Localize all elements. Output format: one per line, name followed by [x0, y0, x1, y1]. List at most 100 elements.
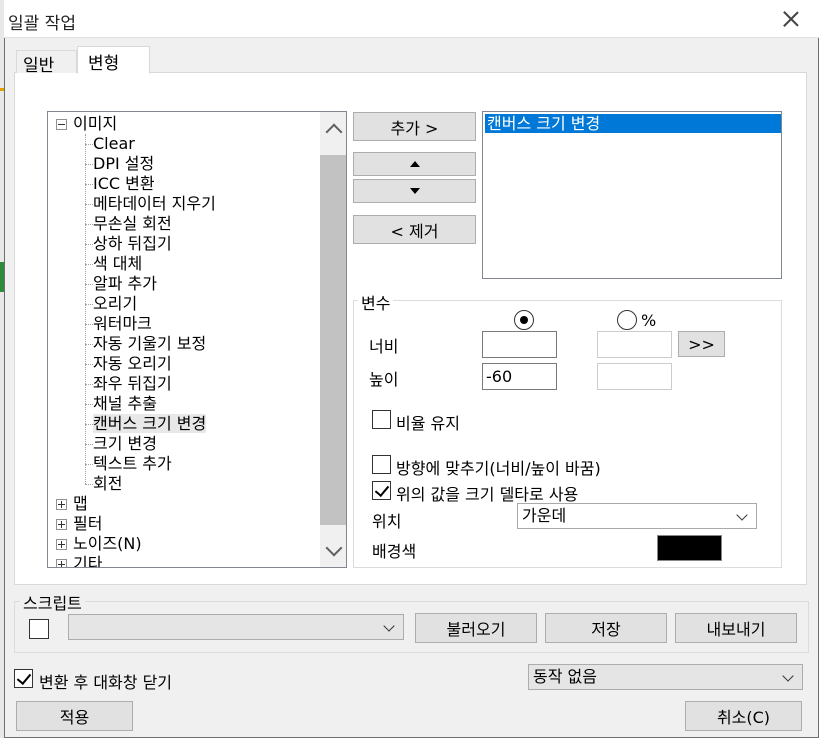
expander-plus-icon[interactable] [56, 499, 67, 510]
tree-item[interactable]: DPI 설정 [93, 154, 154, 174]
params-group-label: 변수 [358, 290, 394, 314]
expander-plus-icon[interactable] [56, 539, 67, 550]
action-dropdown[interactable]: 동작 없음 [528, 664, 803, 690]
expander-plus-icon[interactable] [56, 519, 67, 530]
script-group-label: 스크립트 [20, 590, 85, 614]
add-button[interactable]: 추가 > [353, 112, 476, 141]
tree-item[interactable]: 무손실 회전 [93, 214, 172, 234]
scroll-up-icon[interactable] [325, 123, 343, 141]
tree-item[interactable]: Clear [93, 134, 135, 154]
tree-item[interactable]: 자동 기울기 보정 [93, 334, 206, 354]
position-value: 가운데 [522, 506, 567, 525]
tree-item[interactable]: 텍스트 추가 [93, 454, 172, 474]
tree-group-label: 노이즈(N) [73, 534, 142, 553]
tree-guide-branch [85, 344, 93, 345]
width-percent-field[interactable] [597, 331, 672, 358]
tree-item[interactable]: 크기 변경 [93, 434, 157, 454]
tree-guide-branch [85, 164, 93, 165]
apply-button[interactable]: 적용 [16, 701, 133, 731]
tree-item-label: Clear [93, 134, 135, 153]
bg-color-swatch[interactable] [657, 535, 722, 561]
tree-item-label: 채널 추출 [93, 394, 157, 413]
chevron-down-icon [782, 670, 794, 682]
down-triangle-icon [409, 188, 420, 194]
tree-item-label: 캔버스 크기 변경 [93, 414, 207, 433]
tree-item[interactable]: 워터마크 [93, 314, 152, 334]
percent-label: % [641, 311, 657, 330]
tree-guide-branch [85, 404, 93, 405]
close-after-checkbox[interactable] [14, 669, 33, 688]
keep-ratio-label: 비율 유지 [396, 414, 460, 433]
close-icon[interactable] [780, 6, 802, 32]
tree-guide-branch [85, 444, 93, 445]
task-list[interactable]: 캔버스 크기 변경 [482, 111, 782, 279]
unit-percent-radio[interactable] [617, 310, 637, 330]
close-after-label: 변환 후 대화창 닫기 [39, 673, 173, 692]
tree-item[interactable]: 채널 추출 [93, 394, 157, 414]
fit-orientation-checkbox[interactable] [372, 455, 391, 474]
position-label: 위치 [372, 512, 402, 531]
height-label: 높이 [369, 370, 399, 389]
title-bar [4, 0, 819, 38]
tree-guide-branch [85, 424, 93, 425]
tree-guide-branch [85, 304, 93, 305]
scroll-down-icon[interactable] [325, 539, 343, 557]
move-up-button[interactable] [353, 152, 476, 176]
tree-guide-branch [85, 244, 93, 245]
position-dropdown[interactable]: 가운데 [517, 503, 757, 529]
tree-group-label: 필터 [73, 514, 103, 533]
keep-ratio-checkbox[interactable] [372, 410, 391, 429]
tab-general[interactable]: 일반 [16, 50, 77, 76]
move-down-button[interactable] [353, 179, 476, 203]
tree-guide-branch [85, 464, 93, 465]
tree-guide-branch [85, 384, 93, 385]
tree-item[interactable]: 오리기 [93, 294, 137, 314]
save-button[interactable]: 저장 [545, 613, 667, 643]
tree-scrollbar[interactable] [320, 112, 346, 567]
tab-transform[interactable]: 변형 [77, 46, 150, 74]
remove-button[interactable]: < 제거 [353, 215, 476, 244]
tree-item[interactable]: 좌우 뒤집기 [93, 374, 172, 394]
expander-minus-icon[interactable] [56, 119, 67, 130]
tree-guide-line [85, 134, 86, 484]
bg-color-label: 배경색 [372, 542, 417, 561]
tree-item[interactable]: 알파 추가 [93, 274, 157, 294]
width-field[interactable] [482, 331, 557, 358]
tree-guide-branch [85, 144, 93, 145]
tree-guide-branch [85, 204, 93, 205]
tree-item-label: 메타데이터 지우기 [93, 194, 216, 213]
expander-plus-icon[interactable] [56, 559, 67, 567]
task-list-item[interactable]: 캔버스 크기 변경 [485, 114, 781, 133]
export-button[interactable]: 내보내기 [675, 613, 797, 643]
tree-item[interactable]: 상하 뒤집기 [93, 234, 172, 254]
tree-item-label: ICC 변환 [93, 174, 155, 193]
tree-item-label: 자동 오리기 [93, 354, 172, 373]
tree-item-label: 크기 변경 [93, 434, 157, 453]
script-enable-checkbox[interactable] [29, 619, 49, 639]
tree-item[interactable]: ICC 변환 [93, 174, 155, 194]
chevron-down-icon [383, 620, 395, 632]
width-label: 너비 [369, 337, 399, 356]
swap-button[interactable]: >> [678, 331, 725, 357]
height-percent-field[interactable] [597, 363, 672, 390]
tree-item[interactable]: 회전 [93, 474, 122, 494]
cancel-button[interactable]: 취소(C) [685, 701, 802, 731]
use-delta-checkbox[interactable] [372, 481, 391, 500]
tree-item-label: 회전 [93, 474, 123, 493]
tree-group-label: 맵 [73, 494, 88, 513]
tree-item-label: 상하 뒤집기 [93, 234, 172, 253]
tree-item[interactable]: 메타데이터 지우기 [93, 194, 216, 214]
script-dropdown[interactable] [68, 614, 404, 640]
tree-guide-branch [85, 484, 93, 485]
tree-item[interactable]: 색 대체 [93, 254, 142, 274]
chevron-down-icon [736, 509, 748, 521]
scroll-thumb[interactable] [320, 155, 346, 525]
tree-item-label: 텍스트 추가 [93, 454, 172, 473]
tree-item[interactable]: 자동 오리기 [93, 354, 172, 374]
unit-pixel-radio[interactable] [514, 310, 534, 330]
transform-tree[interactable]: 이미지 Clear DPI 설정 ICC 변환 메타데이터 지우기 무손실 회전 상하 뒤집… [47, 111, 347, 568]
tree-guide-branch [85, 324, 93, 325]
height-field[interactable]: -60 [482, 363, 557, 390]
tree-item[interactable]: 캔버스 크기 변경 [93, 414, 207, 434]
load-button[interactable]: 불러오기 [415, 613, 537, 643]
